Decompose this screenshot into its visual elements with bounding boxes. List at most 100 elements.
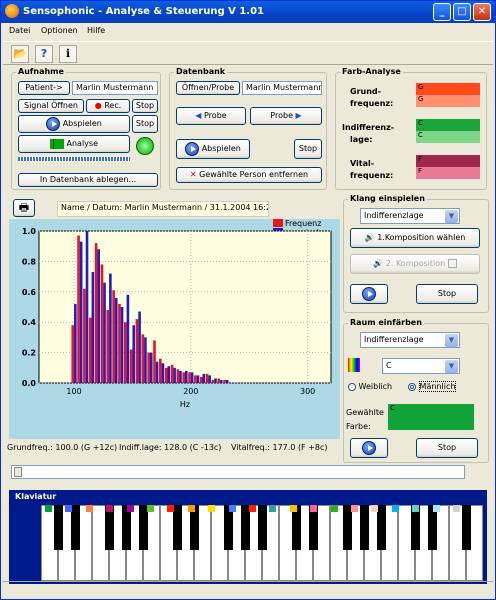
probe-next-button[interactable]: Probe ▶ — [250, 107, 322, 125]
maximize-button[interactable]: □ — [453, 3, 471, 21]
raum-select[interactable]: Indifferenzlage ▼ — [360, 332, 460, 348]
bar-frequenz — [188, 372, 191, 383]
analyse-label: Analyse — [66, 139, 99, 148]
y-tick-label: 0.6 — [22, 288, 37, 297]
remove-person-button[interactable]: ✕ Gewählte Person entfernen — [176, 167, 322, 183]
black-key[interactable] — [54, 505, 63, 550]
menu-bar: Datei Optionen Hilfe — [3, 23, 493, 39]
chevron-down-icon: ▼ — [445, 210, 458, 223]
remove-person-label: Gewählte Person entfernen — [199, 170, 309, 179]
bar-normiert — [138, 311, 141, 383]
x-tick-label: 200 — [183, 387, 198, 396]
key-color-mark — [269, 505, 277, 512]
analyse-icon — [49, 138, 64, 149]
slider-thumb[interactable] — [14, 467, 22, 477]
raum-stop-button[interactable]: Stop — [416, 438, 478, 458]
signal-open-button[interactable]: Signal Öffnen — [18, 99, 84, 113]
bar-frequenz — [77, 235, 80, 383]
bar-frequenz — [100, 264, 104, 383]
probe-prev-button[interactable]: ◀ Probe — [176, 107, 246, 125]
bar-normiert — [126, 294, 130, 383]
key-color-mark — [249, 505, 256, 512]
raum-play-button[interactable] — [350, 438, 388, 458]
bar-normiert — [173, 367, 176, 383]
bar-normiert — [179, 370, 182, 383]
play-button[interactable]: Abspielen — [18, 115, 130, 133]
analyse-button[interactable]: Analyse — [18, 135, 130, 153]
info-icon[interactable]: ℹ — [59, 45, 77, 63]
aufnahme-group: Aufnahme Patient-> Marlin Mustermann Sig… — [11, 67, 161, 190]
klang-stop-button[interactable]: Stop — [416, 284, 478, 304]
close-button[interactable]: ✕ — [473, 3, 491, 21]
klang-select[interactable]: Indifferenzlage ▼ — [360, 208, 460, 224]
komposition1-button[interactable]: 🔊 1.Komposition wählen — [350, 228, 480, 248]
play-stop-button[interactable]: Stop — [132, 115, 158, 133]
palette-icon — [348, 358, 360, 372]
key-color-mark — [453, 505, 460, 512]
db-open-button[interactable]: Öffnen/Probe — [176, 81, 240, 95]
indiff-color-top: C — [416, 119, 480, 131]
maennlich-radio[interactable]: Männlich — [408, 381, 457, 392]
open-folder-icon[interactable]: 📂 — [11, 45, 29, 63]
minimize-button[interactable]: _ — [433, 3, 451, 21]
store-db-button[interactable]: In Datenbank ablegen... — [18, 173, 158, 187]
grund-color-top: G — [416, 83, 480, 95]
grund-label-2: frequenz: — [350, 99, 394, 108]
bar-frequenz — [164, 367, 168, 383]
bar-frequenz — [205, 373, 209, 383]
key-color-mark — [351, 505, 358, 512]
grund-label-1: Grund- — [350, 87, 381, 96]
rec-stop-button[interactable]: Stop — [132, 99, 158, 113]
bar-frequenz — [147, 352, 150, 383]
rec-button[interactable]: ● Rec. — [86, 99, 130, 113]
bar-normiert — [91, 272, 95, 383]
bar-frequenz — [153, 340, 156, 383]
bar-frequenz — [217, 378, 221, 383]
farbe-label-1: Gewählte — [346, 408, 384, 417]
y-tick-label: 0.0 — [22, 379, 37, 388]
speaker-icon: 🔊 — [364, 233, 375, 242]
print-icon[interactable]: 🖶 — [13, 199, 35, 217]
note-select[interactable]: C ▼ — [382, 358, 460, 374]
klang-play-button[interactable] — [350, 284, 388, 304]
weiblich-radio[interactable]: Weiblich — [348, 382, 392, 391]
black-key[interactable] — [258, 505, 267, 550]
komposition2-checkbox[interactable] — [447, 259, 457, 268]
bar-frequenz — [194, 375, 197, 383]
klang-title: Klang einspielen — [348, 194, 427, 203]
key-color-mark — [106, 505, 114, 512]
maennlich-radio-circle — [408, 382, 416, 391]
menu-optionen[interactable]: Optionen — [41, 26, 78, 35]
bar-normiert — [79, 241, 83, 383]
menu-hilfe[interactable]: Hilfe — [87, 26, 105, 35]
chevron-down-icon: ▼ — [445, 360, 458, 373]
app-icon — [5, 4, 19, 18]
patient-name-field[interactable]: Marlin Mustermann — [72, 81, 158, 95]
db-stop-button[interactable]: Stop — [294, 139, 322, 159]
key-color-mark — [85, 505, 93, 512]
black-key[interactable] — [360, 505, 369, 550]
vital-color-top: F — [416, 155, 480, 167]
bar-normiert — [97, 249, 100, 383]
y-tick-label: 0.8 — [22, 257, 37, 266]
key-color-mark — [391, 505, 399, 512]
db-play-button[interactable]: Abspielen — [176, 139, 250, 159]
db-name-field[interactable]: Marlin Mustermann — [242, 81, 322, 95]
help-icon[interactable]: ? — [35, 45, 53, 63]
bar-frequenz — [135, 319, 139, 383]
play-label: Abspielen — [62, 119, 102, 128]
komposition2-button[interactable]: 🔊 2. Komposition — [350, 254, 480, 274]
level-meter — [18, 157, 130, 161]
bar-frequenz — [182, 372, 185, 383]
komposition1-label: 1.Komposition wählen — [377, 233, 466, 242]
patient-button[interactable]: Patient-> — [18, 81, 70, 95]
maennlich-label: Männlich — [418, 381, 457, 392]
frequency-chart: Frequenz normiert 0.00.20.40.60.81.01002… — [9, 219, 340, 439]
black-key[interactable] — [462, 505, 471, 550]
position-slider[interactable] — [11, 465, 465, 479]
datenbank-title: Datenbank — [174, 67, 228, 76]
farb-analyse-title: Farb-Analyse — [340, 67, 403, 76]
record-dot-icon: ● — [94, 101, 102, 110]
menu-datei[interactable]: Datei — [9, 26, 30, 35]
bar-frequenz — [129, 349, 133, 383]
